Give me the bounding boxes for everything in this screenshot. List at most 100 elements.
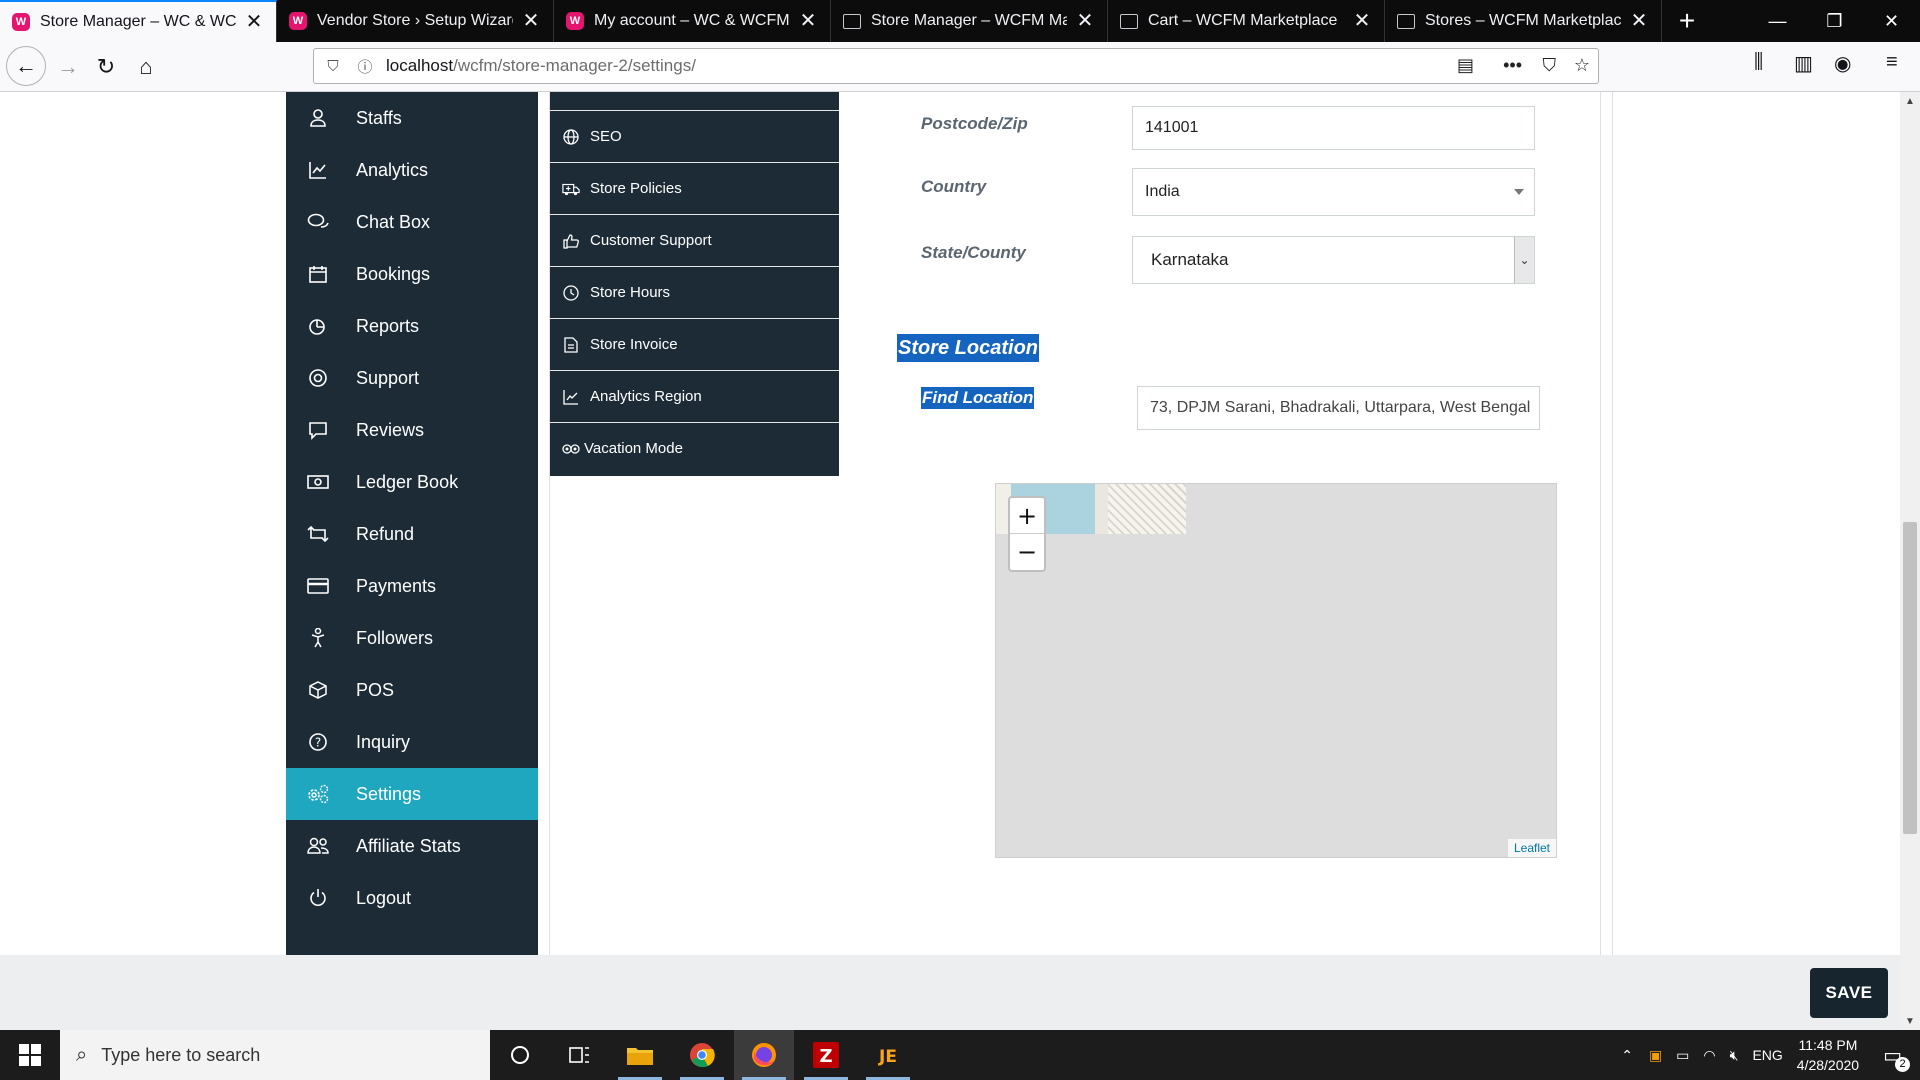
close-tab-icon[interactable]: ✕ <box>521 11 541 31</box>
chevron-down-icon[interactable]: ⌄ <box>1514 237 1534 283</box>
calendar-icon <box>306 262 330 286</box>
browser-tab[interactable]: W Store Manager – WC & WCFM ✕ <box>0 0 277 42</box>
sidebar-item-reports[interactable]: Reports <box>286 300 538 352</box>
forward-arrow-icon[interactable]: → <box>52 51 84 83</box>
sidebar-item-logout[interactable]: Logout <box>286 872 538 924</box>
sidebar-toggle-icon[interactable]: ▥ <box>1794 51 1813 76</box>
browser-tab[interactable]: Stores – WCFM Marketplace ✕ <box>1385 0 1662 42</box>
sidebar-item-payments[interactable]: Payments <box>286 560 538 612</box>
sidebar-item-refund[interactable]: Refund <box>286 508 538 560</box>
sidebar-item-analytics[interactable]: Analytics <box>286 144 538 196</box>
country-select[interactable]: India <box>1132 168 1535 216</box>
store-location-map[interactable]: + − Leaflet <box>995 483 1557 858</box>
sidebar-item-support[interactable]: Support <box>286 352 538 404</box>
new-tab-button[interactable]: + <box>1662 0 1712 42</box>
browser-toolbar: ← → ↻ ⌂ ⛉ ⓘ localhost/wcfm/store-manager… <box>0 42 1920 92</box>
minimize-icon[interactable]: — <box>1749 0 1806 42</box>
users-icon <box>306 834 330 858</box>
filezilla-icon[interactable]: Z <box>796 1030 856 1080</box>
info-icon[interactable]: ⓘ <box>352 56 378 77</box>
browser-tab[interactable]: Cart – WCFM Marketplace ✕ <box>1108 0 1385 42</box>
sidebar-item-bookings[interactable]: Bookings <box>286 248 538 300</box>
reader-view-icon[interactable]: ▤ <box>1457 55 1474 76</box>
windows-logo-icon <box>19 1044 41 1066</box>
windows-start-button[interactable] <box>0 1030 60 1080</box>
page-scrollbar[interactable]: ▲ ▼ <box>1900 92 1920 1030</box>
notifications-icon[interactable]: ▭ 2 <box>1883 1043 1910 1072</box>
sidebar-item-pos[interactable]: POS <box>286 664 538 716</box>
settings-tab-vacation-mode[interactable]: Vacation Mode <box>550 422 839 474</box>
sidebar-item-settings[interactable]: Settings <box>286 768 538 820</box>
postcode-input[interactable]: 141001 <box>1132 106 1535 150</box>
sidebar-item-followers[interactable]: Followers <box>286 612 538 664</box>
close-tab-icon[interactable]: ✕ <box>798 11 818 31</box>
task-view-icon[interactable] <box>550 1030 610 1080</box>
taskbar-search-box[interactable]: ⌕ Type here to search <box>60 1030 490 1080</box>
scrollbar-thumb[interactable] <box>1903 522 1917 834</box>
close-tab-icon[interactable]: ✕ <box>1075 11 1095 31</box>
close-window-icon[interactable]: ✕ <box>1863 0 1920 42</box>
scroll-up-icon[interactable]: ▲ <box>1900 92 1920 110</box>
sidebar-item-ledger-book[interactable]: Ledger Book <box>286 456 538 508</box>
settings-submenu: SEO Store Policies Customer Support Stor… <box>550 92 839 476</box>
chat-icon <box>306 210 330 234</box>
leaflet-attribution-link[interactable]: Leaflet <box>1507 839 1556 857</box>
child-icon <box>306 626 330 650</box>
jetbrains-icon[interactable]: JE <box>858 1030 918 1080</box>
state-select[interactable]: Karnataka ⌄ <box>1132 236 1535 284</box>
sidebar-item-affiliate-stats[interactable]: Affiliate Stats <box>286 820 538 872</box>
browser-tab[interactable]: Store Manager – WCFM Marke ✕ <box>831 0 1108 42</box>
xampp-icon[interactable]: ▣ <box>1649 1047 1662 1064</box>
chevron-down-icon <box>1514 189 1524 195</box>
more-actions-icon[interactable]: ••• <box>1503 55 1522 76</box>
find-location-input[interactable]: 73, DPJM Sarani, Bhadrakali, Uttarpara, … <box>1137 386 1540 430</box>
zoom-in-button[interactable]: + <box>1010 498 1044 534</box>
store-location-heading: Store Location <box>897 334 1040 362</box>
wifi-icon[interactable]: ◠ <box>1703 1047 1715 1064</box>
shield-icon[interactable]: ⛉ <box>320 58 346 75</box>
sidebar-item-label: Refund <box>356 523 415 544</box>
sidebar-item-staffs[interactable]: Staffs <box>286 92 538 144</box>
settings-tab-store-policies[interactable]: Store Policies <box>550 162 839 214</box>
address-bar[interactable]: ⛉ ⓘ localhost/wcfm/store-manager-2/setti… <box>313 48 1599 84</box>
settings-tab-customer-support[interactable]: Customer Support <box>550 214 839 266</box>
restore-icon[interactable]: ❐ <box>1806 0 1863 42</box>
notification-count-badge: 2 <box>1895 1056 1910 1072</box>
settings-tab-label: Store Invoice <box>590 336 678 353</box>
sidebar-item-inquiry[interactable]: ? Inquiry <box>286 716 538 768</box>
account-icon[interactable]: ◉ <box>1834 51 1851 76</box>
file-explorer-icon[interactable] <box>610 1030 670 1080</box>
hamburger-menu-icon[interactable]: ≡ <box>1886 51 1898 74</box>
taskbar-clock[interactable]: 11:48 PM 4/28/2020 <box>1797 1035 1859 1075</box>
close-tab-icon[interactable]: ✕ <box>1352 11 1372 31</box>
system-tray: ⌃ ▣ ▭ ◠ 🔇︎ ENG 11:48 PM 4/28/2020 ▭ 2 <box>1621 1030 1920 1080</box>
settings-tab-store-invoice[interactable]: Store Invoice <box>550 318 839 370</box>
sidebar-item-label: Followers <box>356 627 434 648</box>
battery-icon[interactable]: ▭ <box>1676 1047 1689 1064</box>
reload-icon[interactable]: ↻ <box>90 51 122 83</box>
zoom-out-button[interactable]: − <box>1010 534 1044 570</box>
sidebar-item-chat-box[interactable]: Chat Box <box>286 196 538 248</box>
cortana-icon[interactable] <box>490 1030 550 1080</box>
close-tab-icon[interactable]: ✕ <box>244 12 264 32</box>
scroll-down-icon[interactable]: ▼ <box>1900 1012 1920 1030</box>
chevron-up-icon[interactable]: ⌃ <box>1621 1047 1633 1064</box>
pocket-icon[interactable]: ⛉ <box>1543 55 1557 76</box>
firefox-icon[interactable] <box>734 1030 794 1080</box>
close-tab-icon[interactable]: ✕ <box>1629 11 1649 31</box>
settings-tab-seo[interactable]: SEO <box>550 110 839 162</box>
language-indicator[interactable]: ENG <box>1752 1047 1782 1063</box>
sidebar-item-label: Support <box>356 367 420 388</box>
volume-muted-icon[interactable]: 🔇︎ <box>1730 1047 1739 1064</box>
save-button[interactable]: SAVE <box>1810 968 1888 1018</box>
library-icon[interactable]: ⫼ <box>1754 51 1763 74</box>
settings-tab-store-hours[interactable]: Store Hours <box>550 266 839 318</box>
settings-tab-analytics-region[interactable]: Analytics Region <box>550 370 839 422</box>
bookmark-star-icon[interactable]: ☆ <box>1574 55 1590 76</box>
home-icon[interactable]: ⌂ <box>130 51 162 83</box>
browser-tab[interactable]: W Vendor Store › Setup Wizard ✕ <box>277 0 554 42</box>
sidebar-item-reviews[interactable]: Reviews <box>286 404 538 456</box>
browser-tab[interactable]: W My account – WC & WCFM ✕ <box>554 0 831 42</box>
back-arrow-icon[interactable]: ← <box>6 46 46 86</box>
chrome-icon[interactable] <box>672 1030 732 1080</box>
